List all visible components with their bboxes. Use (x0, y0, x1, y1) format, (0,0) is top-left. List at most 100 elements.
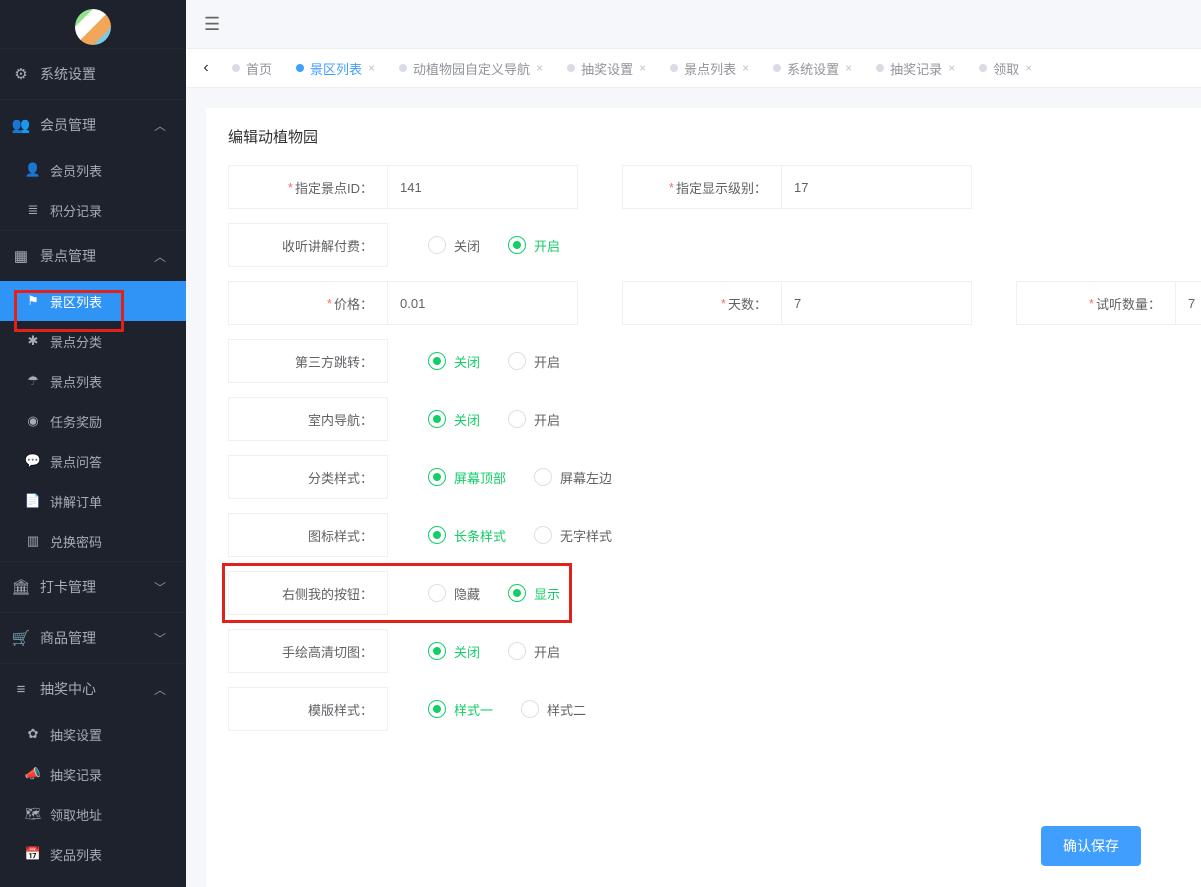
tab-close-icon[interactable]: × (1025, 61, 1032, 75)
radio-label: 屏幕左边 (560, 468, 612, 487)
radio-option[interactable]: 无字样式 (534, 526, 612, 545)
tabs-scroll-left-icon[interactable]: ‹ (196, 59, 216, 77)
menu-item-icon: 🗺 (22, 806, 44, 822)
sidebar-item[interactable]: ◉任务奖励 (0, 401, 186, 441)
sidebar-item[interactable]: ⚑景区列表 (0, 281, 186, 321)
radio-circle-icon (428, 584, 446, 602)
field-label: *指定景点ID： (228, 165, 388, 209)
radio-circle-icon (534, 526, 552, 544)
menu-icon: 🛒 (10, 629, 32, 647)
tab-close-icon[interactable]: × (742, 61, 749, 75)
sidebar-item[interactable]: 📄讲解订单 (0, 481, 186, 521)
radio-circle-icon (428, 352, 446, 370)
sidebar-group[interactable]: ⚙系统设置 (0, 49, 186, 99)
menu-toggle-icon[interactable]: ☰ (204, 14, 220, 35)
text-input[interactable] (400, 180, 565, 195)
sidebar-item[interactable]: ≣积分记录 (0, 190, 186, 230)
sidebar-item[interactable]: 📣抽奖记录 (0, 754, 186, 794)
radio-option[interactable]: 关闭 (428, 352, 480, 371)
sidebar-item[interactable]: 📅奖品列表 (0, 834, 186, 874)
menu-icon: 👥 (10, 116, 32, 134)
text-input[interactable] (794, 180, 959, 195)
tabs-bar: ‹ 首页景区列表×动植物园自定义导航×抽奖设置×景点列表×系统设置×抽奖记录×领… (186, 48, 1201, 88)
sidebar-group[interactable]: 👥会员管理︿ (0, 100, 186, 150)
radio-option[interactable]: 屏幕顶部 (428, 468, 506, 487)
radio-group: 关闭 开启 (428, 339, 560, 383)
menu-item-label: 景点分类 (50, 332, 102, 351)
radio-group: 长条样式 无字样式 (428, 513, 612, 557)
tab[interactable]: 领取× (967, 48, 1044, 88)
radio-option[interactable]: 样式一 (428, 700, 493, 719)
radio-label: 开启 (534, 410, 560, 429)
field-label: 室内导航： (228, 397, 388, 441)
tab-label: 首页 (246, 59, 272, 78)
tab[interactable]: 抽奖设置 × (555, 48, 658, 88)
radio-circle-icon (508, 410, 526, 428)
tab-close-icon[interactable]: × (368, 61, 375, 75)
tab[interactable]: 动植物园自定义导航 × (387, 48, 555, 88)
sidebar-item[interactable]: ✱景点分类 (0, 321, 186, 361)
radio-option[interactable]: 长条样式 (428, 526, 506, 545)
menu-item-label: 抽奖设置 (50, 725, 102, 744)
radio-option[interactable]: 隐藏 (428, 584, 480, 603)
tab-close-icon[interactable]: × (948, 61, 955, 75)
field-label: 手绘高清切图： (228, 629, 388, 673)
menu-label: 打卡管理 (40, 577, 154, 597)
radio-group: 样式一 样式二 (428, 687, 586, 731)
field-label: *指定显示级别： (622, 165, 782, 209)
tab[interactable]: 景区列表× (284, 48, 387, 88)
tab-close-icon[interactable]: × (845, 61, 852, 75)
sidebar-item[interactable]: 💬景点问答 (0, 441, 186, 481)
menu-item-label: 兑换密码 (50, 532, 102, 551)
tab-label: 系统设置 (787, 59, 839, 78)
radio-option[interactable]: 关闭 (428, 642, 480, 661)
sidebar-item[interactable]: 👤会员列表 (0, 150, 186, 190)
radio-circle-icon (428, 468, 446, 486)
tab[interactable]: 首页 (220, 48, 284, 88)
tab-label: 动植物园自定义导航 (413, 59, 530, 78)
field-label: *天数： (622, 281, 782, 325)
tab[interactable]: 景点列表 × (658, 48, 761, 88)
radio-option[interactable]: 显示 (508, 584, 560, 603)
save-button[interactable]: 确认保存 (1041, 826, 1141, 866)
sidebar-item[interactable]: ✿抽奖设置 (0, 714, 186, 754)
radio-option[interactable]: 屏幕左边 (534, 468, 612, 487)
sidebar-group[interactable]: 🛒商品管理﹀ (0, 613, 186, 663)
tab-close-icon[interactable]: × (639, 61, 646, 75)
sidebar-group[interactable]: ≡抽奖中心︿ (0, 664, 186, 714)
text-input[interactable] (1188, 296, 1201, 311)
menu-label: 会员管理 (40, 115, 154, 135)
radio-option[interactable]: 开启 (508, 642, 560, 661)
panel-title: 编辑动植物园 (206, 108, 1201, 165)
menu-item-icon: 📣 (22, 766, 44, 782)
tab-label: 景点列表 (684, 59, 736, 78)
sidebar-item[interactable]: 🗺领取地址 (0, 794, 186, 834)
tab-dot-icon (979, 64, 987, 72)
tab[interactable]: 抽奖记录 × (864, 48, 967, 88)
tab[interactable]: 系统设置 × (761, 48, 864, 88)
text-input[interactable] (400, 296, 565, 311)
sidebar-item[interactable]: ▥兑换密码 (0, 521, 186, 561)
tab-label: 抽奖记录 (890, 59, 942, 78)
sidebar: ⚙系统设置 👥 会员管理 ︿ 👤会员列表≣积分记录▦景点管理︿⚑景区列表✱景点分类☂景点… (0, 0, 186, 887)
menu-label: 系统设置 (40, 64, 166, 84)
sidebar-item[interactable]: ☂景点列表 (0, 361, 186, 401)
tab-label: 抽奖设置 (581, 59, 633, 78)
radio-option[interactable]: 开启 (508, 410, 560, 429)
field-label: 分类样式： (228, 455, 388, 499)
tab-close-icon[interactable]: × (536, 61, 543, 75)
radio-group: 关闭 开启 (428, 223, 560, 267)
menu-item-icon: ≣ (22, 202, 44, 218)
radio-group: 屏幕顶部 屏幕左边 (428, 455, 612, 499)
topbar: ☰ (186, 0, 1201, 48)
radio-option[interactable]: 开启 (508, 352, 560, 371)
menu-item-label: 景点列表 (50, 372, 102, 391)
radio-option[interactable]: 关闭 (428, 236, 480, 255)
radio-option[interactable]: 关闭 (428, 410, 480, 429)
text-input[interactable] (794, 296, 959, 311)
radio-option[interactable]: 开启 (508, 236, 560, 255)
sidebar-group[interactable]: ▦景点管理︿ (0, 231, 186, 281)
sidebar-group[interactable]: 🏛打卡管理﹀ (0, 562, 186, 612)
chevron-icon: ︿ (154, 248, 166, 265)
radio-option[interactable]: 样式二 (521, 700, 586, 719)
